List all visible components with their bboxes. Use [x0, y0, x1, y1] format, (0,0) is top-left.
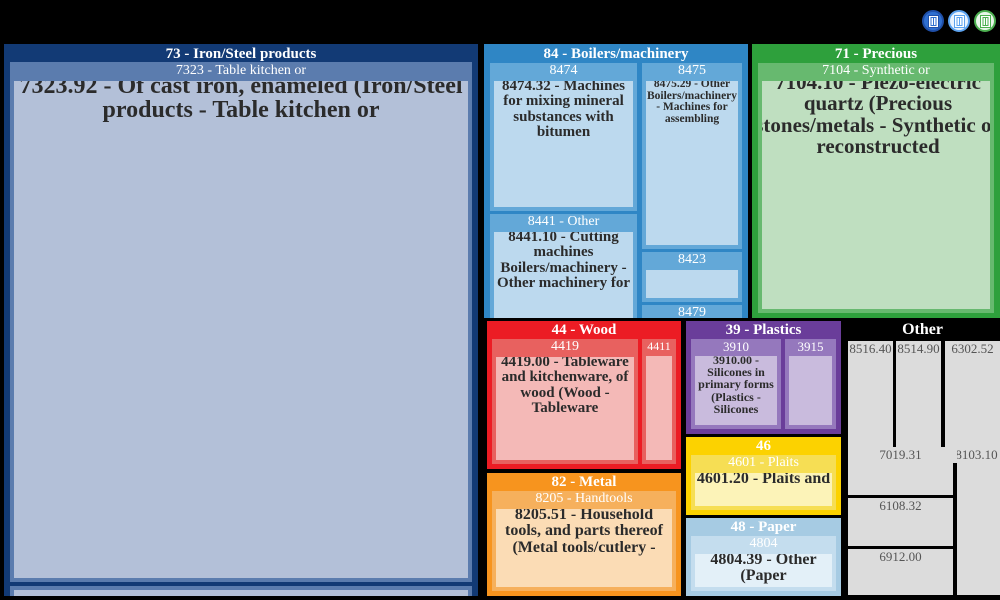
treemap-group-44[interactable]: 44 - Wood 4419 4419.00 - Tableware and k… [487, 321, 681, 469]
leaf-label-6912-00: 6912.00 [879, 549, 922, 564]
subgroup-title-8423: 8423 [678, 252, 706, 267]
treemap-leaf-3910-00[interactable]: 3910.00 - Silicones in primary forms (Pl… [695, 356, 777, 425]
treemap-leaf-6302-52[interactable]: 6302.52 [945, 341, 1000, 463]
subgroup-title-4419: 4419 [551, 339, 579, 354]
leaf-label-7019-31: 7019.31 [879, 447, 922, 462]
treemap-leaf-8474-32[interactable]: 8474.32 - Machines for mixing mineral su… [494, 81, 633, 207]
leaf-label-7104-10: 7104.10 - Piezo-electric quartz (Preciou… [762, 81, 990, 158]
leaf-label-3910-00: 3910.00 - Silicones in primary forms (Pl… [698, 356, 774, 416]
subgroup-title-4411: 4411 [647, 339, 671, 353]
group-title-46: 46 [756, 438, 771, 454]
treemap-group-other[interactable]: Other 8516.40 8514.90 6302.52 7019.31 81… [845, 321, 1000, 596]
group-title-73: 73 - Iron/Steel products [165, 46, 317, 62]
subgroup-title-7323: 7323 - Table kitchen or [175, 63, 307, 78]
subgroup-title-8474: 8474 [549, 63, 578, 78]
leaf-label-4419-00: 4419.00 - Tableware and kitchenware, of … [501, 357, 629, 416]
treemap-subgroup-8479[interactable]: 8479 [642, 305, 742, 318]
treemap-group-39[interactable]: 39 - Plastics 3910 3910.00 - Silicones i… [686, 321, 841, 434]
treemap-subgroup-8423[interactable]: 8423 [642, 252, 742, 302]
leaf-label-8475-29: 8475.29 - Other Boilers/machinery - Mach… [646, 81, 738, 126]
group-title-82: 82 - Metal [551, 474, 617, 490]
leaf-label-8205-51: 8205.51 - Household tools, and parts the… [505, 509, 663, 556]
treemap-subgroup-8475[interactable]: 8475 8475.29 - Other Boilers/machinery -… [642, 63, 742, 249]
badge-group [922, 10, 996, 32]
leaf-label-6108-32: 6108.32 [879, 498, 922, 513]
leaf-label-8474-32: 8474.32 - Machines for mixing mineral su… [502, 81, 625, 140]
leaf-label-6302-52: 6302.52 [951, 341, 994, 356]
treemap-subgroup-4601[interactable]: 4601 - Plaits 4601.20 - Plaits and [691, 455, 836, 510]
treemap-leaf-8205-51[interactable]: 8205.51 - Household tools, and parts the… [496, 509, 672, 587]
treemap-subgroup-4411[interactable]: 4411 [642, 339, 676, 464]
treemap-subgroup-8205[interactable]: 8205 - Handtools 8205.51 - Household too… [492, 491, 676, 591]
treemap-leaf-6108-32[interactable]: 6108.32 [848, 498, 953, 546]
treemap-leaf-4804-39[interactable]: 4804.39 - Other (Paper [695, 554, 832, 587]
treemap-subgroup-3915[interactable]: 3915 [785, 339, 836, 429]
treemap-subgroup-3910[interactable]: 3910 3910.00 - Silicones in primary form… [691, 339, 781, 429]
group-title-84: 84 - Boilers/machinery [543, 46, 689, 62]
treemap-subgroup-4419[interactable]: 4419 4419.00 - Tableware and kitchenware… [492, 339, 638, 464]
treemap-leaf-8475-29[interactable]: 8475.29 - Other Boilers/machinery - Mach… [646, 81, 738, 245]
leaf-label-7323-92: 7323.92 - Of cast iron, enameled (Iron/S… [19, 81, 463, 123]
treemap-leaf-7019-31[interactable]: 7019.31 [848, 447, 953, 495]
treemap-leaf-8516-40[interactable]: 8516.40 [848, 341, 893, 463]
group-title-71: 71 - Precious [834, 46, 918, 62]
treemap-group-48[interactable]: 48 - Paper 4804 4804.39 - Other (Paper [686, 518, 841, 596]
leaf-label-4804-39: 4804.39 - Other (Paper [710, 554, 817, 585]
leaf-label-8514-90: 8514.90 [897, 341, 940, 356]
treemap-leaf-4411[interactable] [646, 356, 672, 460]
subgroup-title-4601: 4601 - Plaits [728, 455, 799, 470]
badge-blue-light[interactable] [948, 10, 970, 32]
group-title-39: 39 - Plastics [725, 322, 802, 338]
subgroup-title-8479: 8479 [678, 305, 706, 318]
treemap-group-71[interactable]: 71 - Precious 7104 - Synthetic or 7104.1… [752, 44, 1000, 318]
subgroup-title-4804: 4804 [749, 536, 778, 551]
subgroup-title-8441: 8441 - Other [527, 214, 600, 229]
subgroup-title-7104: 7104 - Synthetic or [822, 63, 930, 78]
treemap-subgroup-7104[interactable]: 7104 - Synthetic or 7104.10 - Piezo-elec… [758, 63, 994, 313]
badge-blue-dark[interactable] [922, 10, 944, 32]
group-title-44: 44 - Wood [551, 322, 617, 338]
treemap-subgroup-4804[interactable]: 4804 4804.39 - Other (Paper [691, 536, 836, 591]
treemap-leaf-8423[interactable] [646, 270, 738, 298]
group-title-48: 48 - Paper [730, 519, 797, 535]
info-icon [979, 14, 991, 28]
subgroup-title-8205: 8205 - Handtools [535, 491, 633, 506]
treemap-leaf-73-unlabeled[interactable] [14, 590, 468, 596]
subgroup-title-3910: 3910 [723, 339, 749, 354]
group-title-other: Other [902, 321, 943, 338]
treemap-subgroup-7323[interactable]: 7323 - Table kitchen or 7323.92 - Of cas… [10, 62, 472, 582]
leaf-label-8516-40: 8516.40 [849, 341, 892, 356]
treemap-leaf-8514-90[interactable]: 8514.90 [896, 341, 941, 463]
treemap-leaf-8103-10[interactable]: 8103.10 [957, 447, 1000, 595]
treemap-leaf-7104-10[interactable]: 7104.10 - Piezo-electric quartz (Preciou… [762, 81, 990, 309]
treemap-group-82[interactable]: 82 - Metal 8205 - Handtools 8205.51 - Ho… [487, 473, 681, 596]
treemap-leaf-7323-92[interactable]: 7323.92 - Of cast iron, enameled (Iron/S… [14, 81, 468, 578]
treemap-subgroup-73-unlabeled[interactable] [10, 586, 472, 596]
badge-green[interactable] [974, 10, 996, 32]
leaf-label-8441-10: 8441.10 - Cutting machines Boilers/machi… [496, 232, 631, 291]
info-icon [927, 14, 939, 28]
treemap-leaf-4419-00[interactable]: 4419.00 - Tableware and kitchenware, of … [496, 357, 634, 460]
leaf-label-4601-20: 4601.20 - Plaits and [696, 473, 831, 487]
info-icon [953, 14, 965, 28]
leaf-label-8103-10: 8103.10 [957, 447, 998, 462]
treemap-group-46[interactable]: 46 4601 - Plaits 4601.20 - Plaits and [686, 437, 841, 515]
treemap-leaf-6912-00[interactable]: 6912.00 [848, 549, 953, 595]
treemap-subgroup-8474[interactable]: 8474 8474.32 - Machines for mixing miner… [490, 63, 637, 211]
treemap-group-73[interactable]: 73 - Iron/Steel products 7323 - Table ki… [4, 44, 478, 596]
treemap-subgroup-8441[interactable]: 8441 - Other 8441.10 - Cutting machines … [490, 214, 637, 318]
subgroup-title-8475: 8475 [678, 63, 706, 78]
treemap-leaf-8441-10[interactable]: 8441.10 - Cutting machines Boilers/machi… [494, 232, 633, 318]
treemap-group-84[interactable]: 84 - Boilers/machinery 8474 8474.32 - Ma… [484, 44, 748, 318]
treemap-leaf-3915[interactable] [789, 356, 832, 425]
treemap-canvas: 73 - Iron/Steel products 7323 - Table ki… [0, 0, 1000, 600]
subgroup-title-3915: 3915 [797, 339, 824, 354]
treemap-leaf-4601-20[interactable]: 4601.20 - Plaits and [695, 473, 832, 506]
